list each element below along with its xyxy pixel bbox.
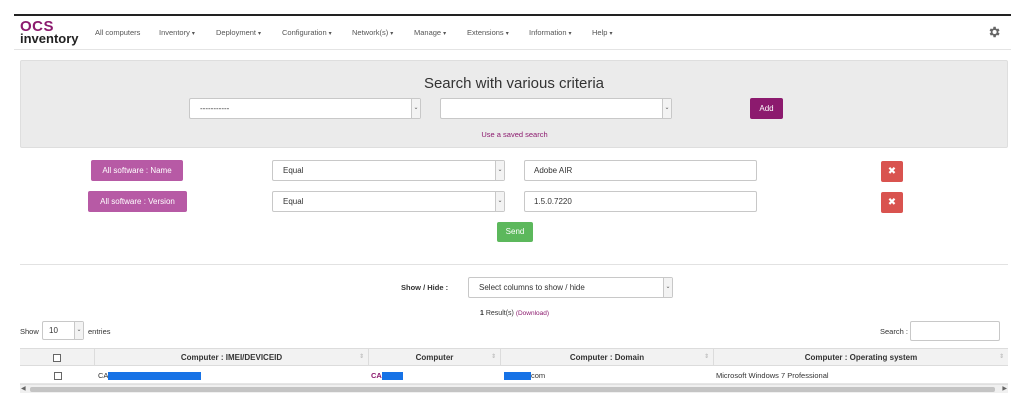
close-icon: ✖: [887, 166, 897, 177]
computer-link[interactable]: CA: [371, 367, 403, 384]
nav-networks[interactable]: Network(s) ▾: [352, 28, 393, 37]
redaction-block: [504, 372, 531, 381]
column-imei[interactable]: Computer : IMEI/DEVICEID ⇕: [95, 349, 369, 366]
chevron-down-icon: ⌄: [663, 278, 672, 297]
criteria-field-select[interactable]: ----------- ⌄: [189, 98, 421, 119]
entries-select[interactable]: 10 ⌄: [42, 321, 84, 340]
chevron-down-icon: ⌄: [495, 192, 504, 211]
chevron-down-icon: ⌄: [411, 99, 420, 118]
caret-down-icon: ▾: [191, 31, 195, 37]
nav-deployment[interactable]: Deployment ▾: [216, 28, 261, 37]
redaction-block: [381, 372, 403, 381]
imei-cell: CA: [98, 367, 202, 384]
sort-icon: ⇕: [490, 354, 496, 360]
scroll-left-icon[interactable]: ◀: [21, 385, 26, 394]
nav-all-computers[interactable]: All computers: [95, 28, 140, 37]
nav-manage[interactable]: Manage ▾: [414, 28, 446, 37]
show-hide-label: Show / Hide :: [401, 283, 449, 292]
domain-cell: com: [504, 367, 545, 384]
caret-down-icon: ▾: [390, 31, 394, 37]
criteria-subfield-select[interactable]: ⌄: [440, 98, 672, 119]
nav-help[interactable]: Help ▾: [592, 28, 612, 37]
column-domain[interactable]: Computer : Domain ⇕: [501, 349, 714, 366]
chevron-down-icon: ⌄: [495, 161, 504, 180]
send-button[interactable]: Send: [497, 222, 533, 242]
scroll-right-icon[interactable]: ▶: [1002, 385, 1007, 394]
search-title: Search with various criteria: [423, 75, 605, 92]
caret-down-icon: ▾: [505, 31, 509, 37]
nav-configuration[interactable]: Configuration ▾: [282, 28, 332, 37]
criterion-operator-select[interactable]: Equal ⌄: [272, 191, 505, 212]
columns-show-hide-select[interactable]: Select columns to show / hide ⌄: [468, 277, 673, 298]
download-link[interactable]: (Download): [516, 310, 549, 317]
nav-inventory[interactable]: Inventory ▾: [159, 28, 195, 37]
caret-down-icon: ▾: [258, 31, 262, 37]
chevron-down-icon: ⌄: [74, 322, 83, 339]
close-icon: ✖: [887, 197, 897, 208]
row-checkbox[interactable]: [53, 372, 62, 381]
sort-icon: ⇕: [358, 354, 364, 360]
chevron-down-icon: ⌄: [662, 99, 671, 118]
criterion-operator-select[interactable]: Equal ⌄: [272, 160, 505, 181]
entries-label: entries: [88, 327, 111, 336]
criterion-label-version: All software : Version: [88, 191, 187, 212]
table-search-label: Search :: [880, 327, 908, 336]
caret-down-icon: ▾: [568, 31, 572, 37]
use-saved-search-link[interactable]: Use a saved search: [0, 130, 1024, 139]
results-count: 1 Result(s) (Download): [480, 310, 550, 317]
show-label: Show: [20, 327, 39, 336]
divider: [20, 264, 1008, 265]
select-all-checkbox[interactable]: [53, 353, 61, 362]
column-computer[interactable]: Computer ⇕: [369, 349, 501, 366]
delete-criterion-button[interactable]: ✖: [881, 192, 903, 213]
add-criteria-button[interactable]: Add: [750, 98, 783, 119]
criterion-value-input[interactable]: Adobe AIR: [524, 160, 757, 181]
caret-down-icon: ▾: [443, 31, 447, 37]
horizontal-scrollbar[interactable]: ◀ ▶: [20, 384, 1008, 393]
scrollbar-thumb[interactable]: [30, 387, 995, 392]
criterion-value-input[interactable]: 1.5.0.7220: [524, 191, 757, 212]
sort-icon: ⇕: [703, 354, 709, 360]
gear-icon[interactable]: [987, 25, 1001, 39]
table-search-input[interactable]: [910, 321, 1000, 341]
select-all-column[interactable]: [20, 349, 95, 366]
logo[interactable]: OCS inventory: [20, 19, 80, 47]
caret-down-icon: ▾: [328, 31, 332, 37]
delete-criterion-button[interactable]: ✖: [881, 161, 903, 182]
os-cell: Microsoft Windows 7 Professional: [716, 371, 829, 380]
table-header: Computer : IMEI/DEVICEID ⇕ Computer ⇕ Comp…: [20, 348, 1008, 366]
table-row: CA CA com Microsoft Windows 7 Profession…: [20, 367, 1008, 384]
nav-information[interactable]: Information ▾: [529, 28, 572, 37]
navbar: OCS inventory All computers Inventory ▾ D…: [14, 16, 1011, 50]
criterion-label-name: All software : Name: [91, 160, 183, 181]
redaction-block: [108, 372, 202, 381]
caret-down-icon: ▾: [609, 31, 613, 37]
row-select-cell: [20, 367, 95, 384]
nav-extensions[interactable]: Extensions ▾: [467, 28, 509, 37]
sort-icon: ⇕: [998, 354, 1004, 360]
column-os[interactable]: Computer : Operating system ⇕: [714, 349, 1008, 366]
logo-bottom: inventory: [20, 31, 79, 46]
